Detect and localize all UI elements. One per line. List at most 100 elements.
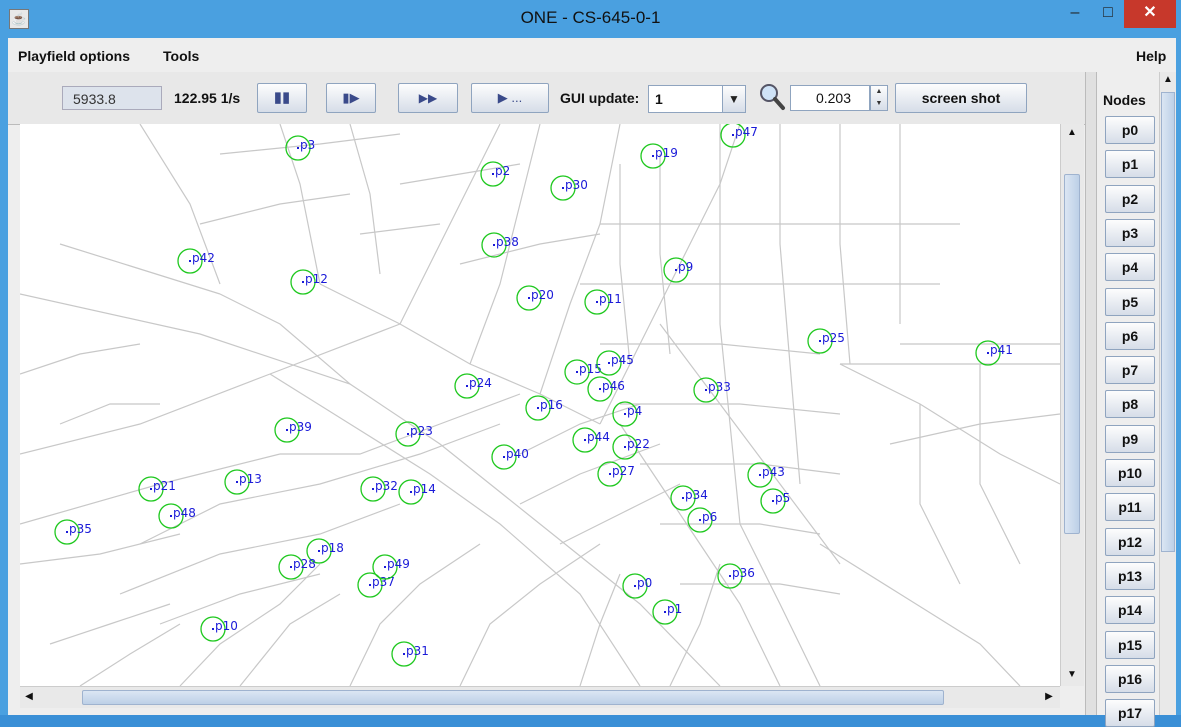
node-position-dot <box>759 474 761 476</box>
node-button-p8[interactable]: p8 <box>1105 390 1155 419</box>
node-position-dot <box>772 500 774 502</box>
map-node-p5[interactable]: p5 <box>760 488 790 514</box>
map-node-p23[interactable]: p23 <box>395 421 433 447</box>
node-button-p4[interactable]: p4 <box>1105 253 1155 282</box>
map-node-p16[interactable]: p16 <box>525 395 563 421</box>
scroll-up-arrow-icon[interactable]: ▲ <box>1064 126 1080 140</box>
map-node-p9[interactable]: p9 <box>663 257 693 283</box>
node-button-p9[interactable]: p9 <box>1105 424 1155 453</box>
map-node-p42[interactable]: p42 <box>177 248 215 274</box>
scroll-left-arrow-icon[interactable]: ◀ <box>22 690 36 704</box>
node-button-p2[interactable]: p2 <box>1105 184 1155 213</box>
gui-update-select[interactable]: 1 ▼ <box>648 85 746 113</box>
map-node-p15[interactable]: p15 <box>564 359 602 385</box>
map-node-p1[interactable]: p1 <box>652 599 682 625</box>
road-segment <box>219 293 721 686</box>
node-button-p16[interactable]: p16 <box>1105 664 1155 693</box>
map-node-p14[interactable]: p14 <box>398 479 436 505</box>
map-node-p35[interactable]: p35 <box>54 519 92 545</box>
map-node-p48[interactable]: p48 <box>158 503 196 529</box>
map-node-p34[interactable]: p34 <box>670 485 708 511</box>
horizontal-scroll-thumb[interactable] <box>82 690 944 705</box>
map-node-p37[interactable]: p37 <box>357 572 395 598</box>
minimize-button[interactable]: – <box>1058 0 1092 28</box>
map-node-p46[interactable]: p46 <box>587 376 625 402</box>
map-node-p6[interactable]: p6 <box>687 507 717 533</box>
node-label: p45 <box>611 353 634 367</box>
map-node-p11[interactable]: p11 <box>584 289 622 315</box>
map-node-p28[interactable]: p28 <box>278 554 316 580</box>
playfield-map[interactable]: p0 p1 p2 p3 p4 p5 p6 p9 p10 p11 p12 p13 p14 p15 p16 p18… <box>20 124 1060 686</box>
node-label: p21 <box>153 479 176 493</box>
map-node-p20[interactable]: p20 <box>516 285 554 311</box>
map-node-p32[interactable]: p32 <box>360 476 398 502</box>
nodes-scroll-thumb[interactable] <box>1161 92 1175 552</box>
node-position-dot <box>729 575 731 577</box>
scroll-down-arrow-icon[interactable]: ▼ <box>1064 668 1080 682</box>
map-node-p33[interactable]: p33 <box>693 377 731 403</box>
fast-forward-button[interactable]: ▶▶ <box>398 83 458 113</box>
node-button-p1[interactable]: p1 <box>1105 150 1155 179</box>
node-button-p11[interactable]: p11 <box>1105 493 1155 522</box>
play-until-button[interactable]: ▶ ... <box>471 83 549 113</box>
vertical-scroll-thumb[interactable] <box>1064 174 1080 534</box>
map-node-p13[interactable]: p13 <box>224 469 262 495</box>
menu-tools[interactable]: Tools <box>163 48 199 64</box>
zoom-input[interactable]: 0.203 <box>790 85 870 111</box>
road-segment <box>669 563 721 686</box>
close-button[interactable]: ✕ <box>1124 0 1176 28</box>
panel-splitter[interactable] <box>1085 72 1097 715</box>
map-node-p4[interactable]: p4 <box>612 401 642 427</box>
playfield-horizontal-scrollbar[interactable]: ◀ ▶ <box>20 686 1060 708</box>
map-node-p12[interactable]: p12 <box>290 269 328 295</box>
map-node-p39[interactable]: p39 <box>274 417 312 443</box>
scroll-right-arrow-icon[interactable]: ▶ <box>1042 690 1056 704</box>
node-position-dot <box>66 531 68 533</box>
node-button-p5[interactable]: p5 <box>1105 287 1155 316</box>
map-node-p25[interactable]: p25 <box>807 328 845 354</box>
map-node-p44[interactable]: p44 <box>572 427 610 453</box>
node-position-dot <box>732 134 734 136</box>
map-node-p31[interactable]: p31 <box>391 641 429 667</box>
node-button-p14[interactable]: p14 <box>1105 596 1155 625</box>
map-node-p45[interactable]: p45 <box>596 350 634 376</box>
node-button-p3[interactable]: p3 <box>1105 218 1155 247</box>
map-node-p2[interactable]: p2 <box>480 161 510 187</box>
scroll-up-arrow-icon[interactable]: ▲ <box>1161 74 1175 88</box>
node-button-p6[interactable]: p6 <box>1105 321 1155 350</box>
node-button-p13[interactable]: p13 <box>1105 561 1155 590</box>
road-segment <box>349 124 381 275</box>
menu-playfield-options[interactable]: Playfield options <box>18 48 130 64</box>
map-node-p47[interactable]: p47 <box>720 124 758 148</box>
node-position-dot <box>297 147 299 149</box>
node-label: p31 <box>406 644 429 658</box>
nodes-scrollbar[interactable]: ▲ <box>1159 72 1176 715</box>
playfield-vertical-scrollbar[interactable]: ▲ ▼ <box>1060 124 1084 686</box>
step-button[interactable]: ▮▶ <box>326 83 376 113</box>
window-frame-right <box>1176 38 1181 715</box>
pause-button[interactable]: ▮▮ <box>257 83 307 113</box>
map-node-p24[interactable]: p24 <box>454 373 492 399</box>
road-segment <box>20 323 401 455</box>
node-button-p12[interactable]: p12 <box>1105 527 1155 556</box>
node-button-p7[interactable]: p7 <box>1105 356 1155 385</box>
node-position-dot <box>596 301 598 303</box>
zoom-spinner[interactable]: ▲ ▼ <box>870 85 888 111</box>
map-node-p22[interactable]: p22 <box>612 434 650 460</box>
node-label: p22 <box>627 437 650 451</box>
node-button-p10[interactable]: p10 <box>1105 459 1155 487</box>
maximize-button[interactable]: □ <box>1092 0 1124 28</box>
screenshot-button[interactable]: screen shot <box>895 83 1027 113</box>
node-button-p17[interactable]: p17 <box>1105 699 1155 727</box>
map-node-p30[interactable]: p30 <box>550 175 588 201</box>
node-position-dot <box>236 481 238 483</box>
map-node-p10[interactable]: p10 <box>200 616 238 642</box>
node-position-dot <box>624 446 626 448</box>
map-node-p40[interactable]: p40 <box>491 444 529 470</box>
menu-help[interactable]: Help <box>1136 48 1166 64</box>
node-position-dot <box>599 388 601 390</box>
node-button-p15[interactable]: p15 <box>1105 630 1155 659</box>
chevron-down-icon[interactable]: ▼ <box>722 86 745 112</box>
node-button-p0[interactable]: p0 <box>1105 116 1155 144</box>
node-position-dot <box>682 497 684 499</box>
